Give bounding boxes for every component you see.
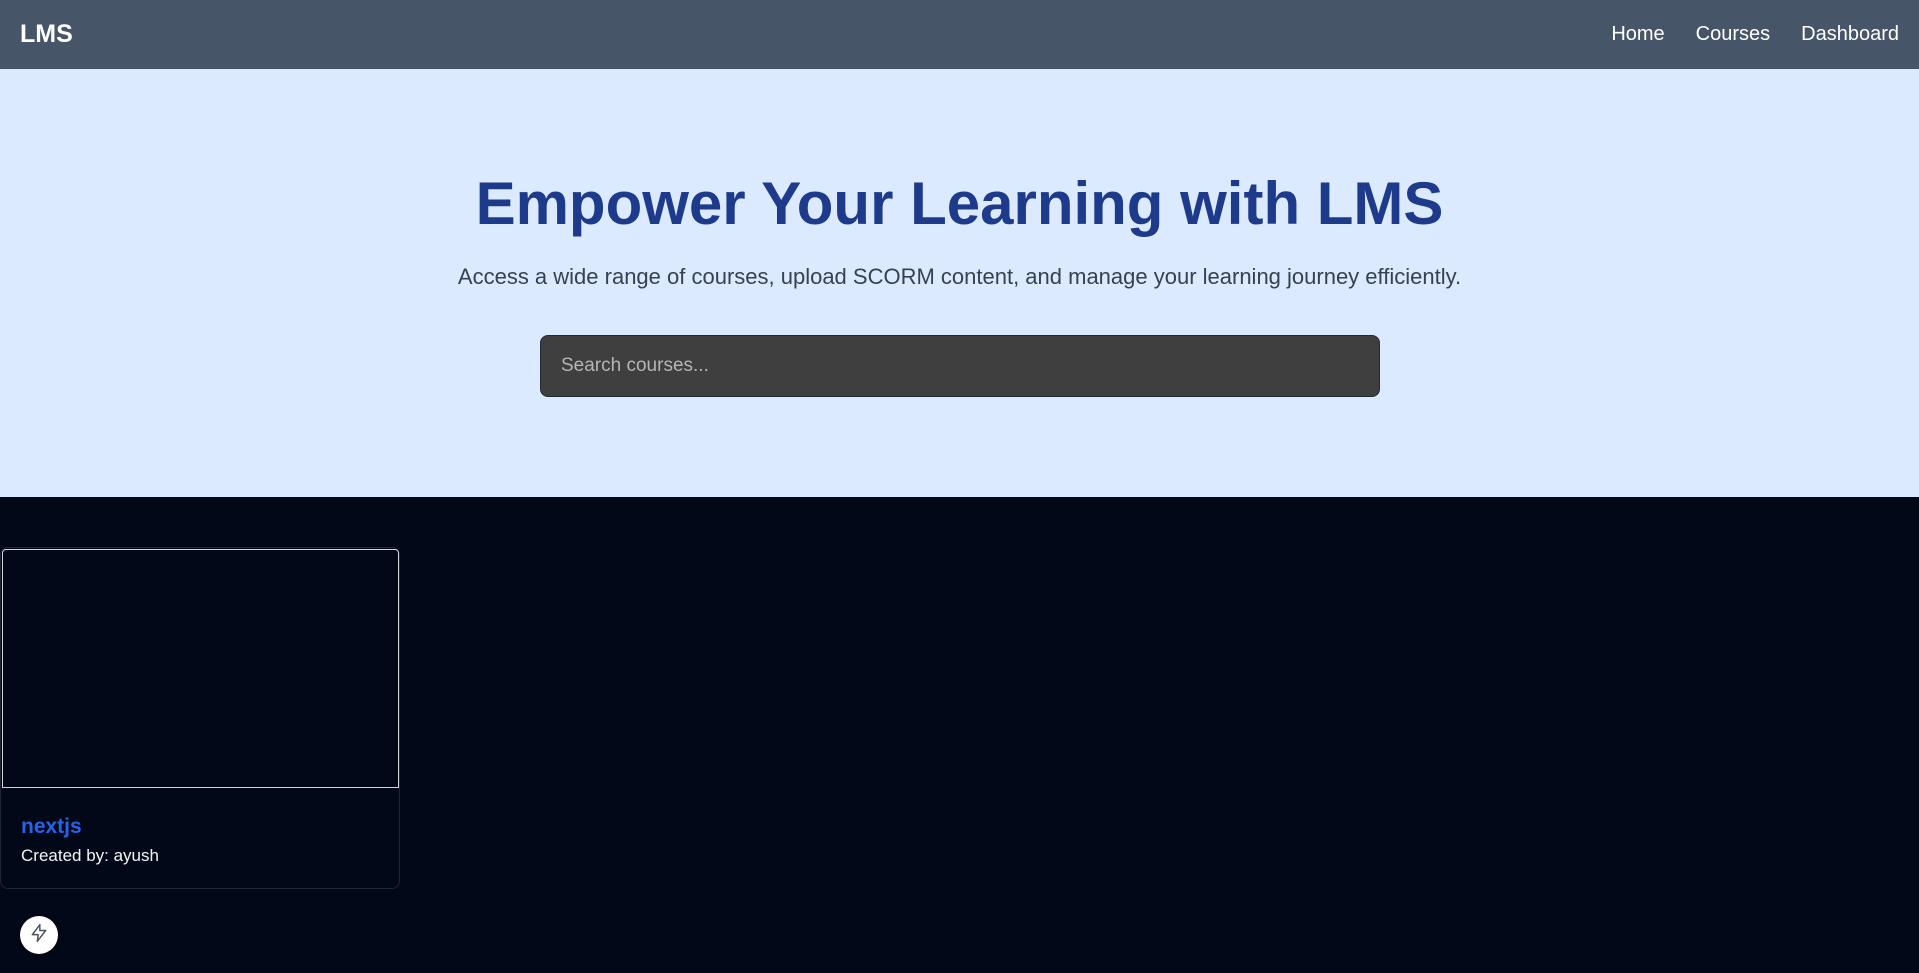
course-thumbnail[interactable] [2,549,399,788]
nav-link-dashboard[interactable]: Dashboard [1801,23,1899,46]
hero-title: Empower Your Learning with LMS [475,170,1444,237]
course-card[interactable]: nextjs Created by: ayush [0,547,400,889]
hero-section: Empower Your Learning with LMS Access a … [0,69,1919,497]
nav-link-home[interactable]: Home [1611,23,1664,46]
dev-tools-button[interactable] [20,916,58,954]
search-input[interactable] [540,335,1380,397]
brand-logo[interactable]: LMS [20,20,73,49]
course-author: Created by: ayush [21,846,159,865]
lightning-icon [29,923,49,948]
nav-links: Home Courses Dashboard [1611,23,1899,46]
course-title[interactable]: nextjs [21,815,82,839]
hero-subtitle: Access a wide range of courses, upload S… [457,264,1462,289]
navbar: LMS Home Courses Dashboard [0,0,1919,69]
nav-link-courses[interactable]: Courses [1696,23,1770,46]
